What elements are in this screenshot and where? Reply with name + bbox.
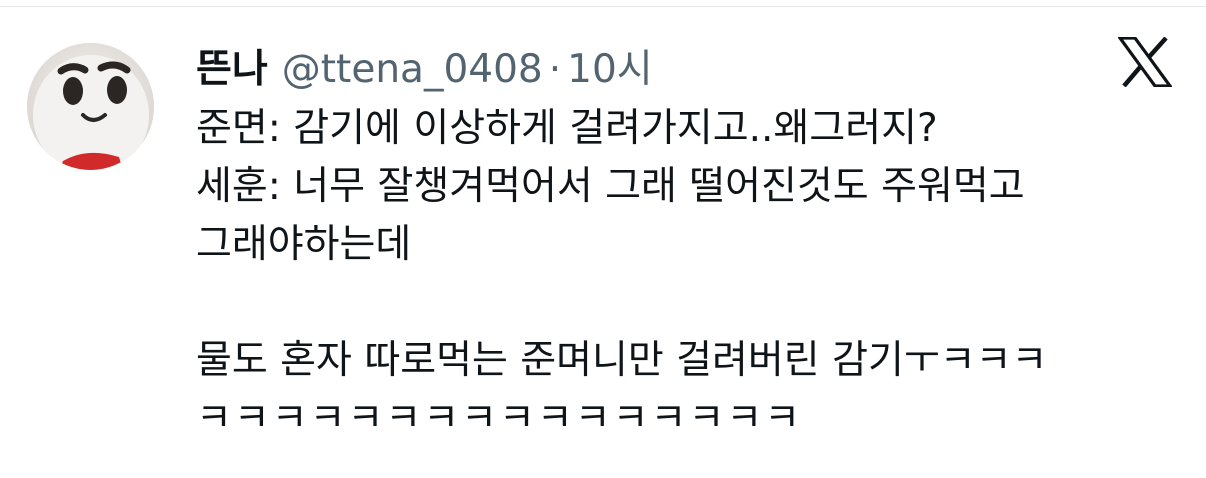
avatar[interactable]: [27, 43, 154, 170]
avatar-image: [27, 43, 154, 170]
tweet-line-1: 준면: 감기에 이상하게 걸려가지고..왜그러지?: [196, 106, 938, 151]
tweet-header: 뜬나 @ttena_0408 · 10시: [196, 38, 653, 94]
handle[interactable]: @ttena_0408: [282, 47, 543, 92]
tweet-card: 뜬나 @ttena_0408 · 10시 준면: 감기에 이상하게 걸려가지고.…: [0, 0, 1206, 478]
tweet-line-2: 세훈: 너무 잘챙겨먹어서 그래 떨어진것도 주워먹고: [196, 164, 1025, 209]
tweet-line-4: 물도 혼자 따로먹는 준며니만 걸려버린 감기ㅜㅋㅋㅋ: [196, 338, 1048, 383]
x-logo-icon[interactable]: [1116, 36, 1174, 88]
timestamp[interactable]: 10시: [567, 38, 653, 94]
tweet-text: 준면: 감기에 이상하게 걸려가지고..왜그러지? 세훈: 너무 잘챙겨먹어서 …: [196, 100, 1186, 448]
separator-dot: ·: [548, 47, 562, 92]
tweet-line-5: ㅋㅋㅋㅋㅋㅋㅋㅋㅋㅋㅋㅋㅋㅋㅋㅋ: [196, 396, 803, 441]
tweet-line-3: 그래야하는데: [196, 222, 412, 267]
display-name[interactable]: 뜬나: [196, 38, 268, 94]
